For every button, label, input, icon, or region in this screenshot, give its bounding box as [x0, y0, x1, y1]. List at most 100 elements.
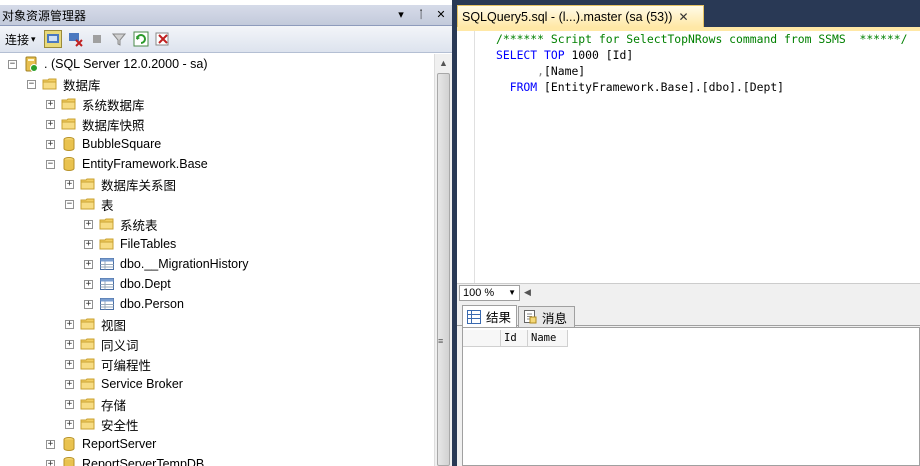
tree-node[interactable]: − 表 — [65, 194, 114, 214]
tree-node-label: dbo.Dept — [120, 277, 171, 291]
zoom-value: 100 % — [463, 286, 495, 299]
sql-code[interactable]: /****** Script for SelectTopNRows comman… — [496, 31, 907, 95]
column-header[interactable]: Id — [501, 330, 528, 347]
stop-icon[interactable] — [88, 30, 106, 48]
folder-icon — [99, 216, 115, 232]
filter-icon[interactable] — [110, 30, 128, 48]
code-comment: /****** Script for SelectTopNRows comman… — [496, 32, 908, 46]
table-icon — [99, 296, 115, 312]
expand-icon[interactable]: + — [46, 139, 55, 149]
column-id: [Id] — [605, 48, 634, 62]
from-keyword: FROM — [509, 80, 538, 94]
expand-icon[interactable]: + — [65, 419, 74, 429]
object-explorer-panel: 对象资源管理器 ▾ ᛙ ✕ 连接 ▾ −. (SQL Server 12.0.2… — [0, 0, 452, 466]
refresh-icon[interactable] — [132, 30, 150, 48]
tree-node[interactable]: + 可编程性 — [65, 354, 151, 374]
tree-node[interactable]: + 视图 — [65, 314, 126, 334]
tree-node[interactable]: + BubbleSquare — [46, 134, 161, 154]
tree-node[interactable]: + 系统数据库 — [46, 94, 145, 114]
tab-messages[interactable]: 消息 — [518, 306, 575, 327]
window-position-dropdown-icon[interactable]: ▾ — [394, 7, 408, 23]
expand-icon[interactable]: + — [84, 239, 93, 249]
expand-icon[interactable]: + — [46, 119, 55, 129]
expand-icon[interactable]: + — [65, 179, 74, 189]
tree-node[interactable]: + ReportServer — [46, 434, 156, 454]
tab-sqlquery5[interactable]: SQLQuery5.sql - (l...).master (sa (53)) … — [457, 5, 704, 27]
tree-node[interactable]: − EntityFramework.Base — [46, 154, 208, 174]
disconnect-icon[interactable] — [66, 30, 84, 48]
results-grid[interactable]: Id Name — [462, 327, 920, 466]
scroll-left-arrow-icon[interactable]: ◀ — [524, 287, 531, 298]
connect-button[interactable]: 连接 ▾ — [5, 31, 36, 48]
folder-icon — [80, 316, 96, 332]
tree-node[interactable]: + Service Broker — [65, 374, 183, 394]
vertical-scrollbar[interactable]: ▲ ≡ — [434, 54, 452, 466]
tree-node[interactable]: + ReportServerTempDB — [46, 454, 204, 466]
editor-margin — [457, 31, 475, 283]
folder-icon — [99, 236, 115, 252]
tree-node-label: 表 — [101, 198, 114, 213]
auto-hide-pin-icon[interactable]: ᛙ — [414, 7, 428, 23]
scrollbar-grip-icon: ≡ — [438, 336, 444, 346]
expand-icon[interactable]: + — [46, 439, 55, 449]
tree-node[interactable]: + 数据库快照 — [46, 114, 145, 134]
zoom-select[interactable]: 100 % ▼ — [459, 284, 520, 301]
collapse-icon[interactable]: − — [27, 79, 36, 89]
tree-node[interactable]: − . (SQL Server 12.0.2000 - sa) — [8, 54, 208, 74]
expand-icon[interactable]: + — [84, 259, 93, 269]
editor-zoom-bar: 100 % ▼ ◀ — [457, 283, 920, 301]
expand-icon[interactable]: + — [46, 459, 55, 466]
tree-node[interactable]: + 系统表 — [84, 214, 158, 234]
column-header[interactable]: Name — [528, 330, 568, 347]
collapse-icon[interactable]: − — [65, 199, 74, 209]
top-keyword: TOP — [544, 48, 565, 62]
database-icon — [61, 156, 77, 172]
expand-icon[interactable]: + — [84, 219, 93, 229]
tree-node-label: . (SQL Server 12.0.2000 - sa) — [44, 57, 208, 71]
connect-object-explorer-icon[interactable] — [43, 30, 62, 48]
tree-node[interactable]: + dbo.__MigrationHistory — [84, 254, 249, 274]
scrollbar-thumb[interactable] — [437, 73, 450, 466]
tree-node-label: BubbleSquare — [82, 137, 162, 151]
expand-icon[interactable]: + — [84, 279, 93, 289]
expand-icon[interactable]: + — [65, 379, 74, 389]
tree-node-label: dbo.__MigrationHistory — [120, 257, 249, 271]
expand-icon[interactable]: + — [46, 99, 55, 109]
tree-node[interactable]: + 安全性 — [65, 414, 139, 434]
collapse-icon[interactable]: − — [46, 159, 55, 169]
object-explorer-title: 对象资源管理器 — [2, 8, 87, 23]
folder-icon — [80, 336, 96, 352]
tab-results[interactable]: 结果 — [462, 305, 517, 327]
folder-icon — [80, 356, 96, 372]
tree-node-label: FileTables — [120, 237, 177, 251]
tree-node-label: 同义词 — [101, 338, 139, 353]
tree-node[interactable]: + 存储 — [65, 394, 126, 414]
tree-node[interactable]: + 同义词 — [65, 334, 139, 354]
code-comma: , — [537, 64, 545, 78]
collapse-icon[interactable]: − — [8, 59, 17, 69]
chevron-down-icon: ▾ — [31, 33, 36, 44]
tree-node[interactable]: + FileTables — [84, 234, 176, 254]
close-tab-icon[interactable]: ✕ — [678, 10, 688, 24]
tree-node-label: 系统表 — [120, 218, 158, 233]
expand-icon[interactable]: + — [65, 339, 74, 349]
query-editor[interactable]: /****** Script for SelectTopNRows comman… — [457, 31, 920, 283]
expand-icon[interactable]: + — [84, 299, 93, 309]
tree-node-label: 数据库快照 — [82, 118, 145, 133]
expand-icon[interactable]: + — [65, 319, 74, 329]
tree-node[interactable]: + dbo.Person — [84, 294, 184, 314]
object-explorer-tree: −. (SQL Server 12.0.2000 - sa) − 数据库 + 系统数据库… — [0, 54, 434, 466]
tree-node[interactable]: + 数据库关系图 — [65, 174, 176, 194]
tree-node[interactable]: − 数据库 — [27, 74, 101, 94]
close-icon[interactable]: ✕ — [434, 7, 448, 23]
activity-monitor-icon[interactable] — [154, 30, 172, 48]
scroll-up-arrow-icon[interactable]: ▲ — [435, 54, 452, 72]
folder-icon — [80, 196, 96, 212]
expand-icon[interactable]: + — [65, 359, 74, 369]
tree-node-label: 系统数据库 — [82, 98, 145, 113]
message-icon — [523, 310, 537, 324]
expand-icon[interactable]: + — [65, 399, 74, 409]
tree-node-label: 视图 — [101, 318, 127, 333]
tree-node[interactable]: + dbo.Dept — [84, 274, 171, 294]
results-tab-strip: 结果 消息 — [457, 304, 920, 327]
